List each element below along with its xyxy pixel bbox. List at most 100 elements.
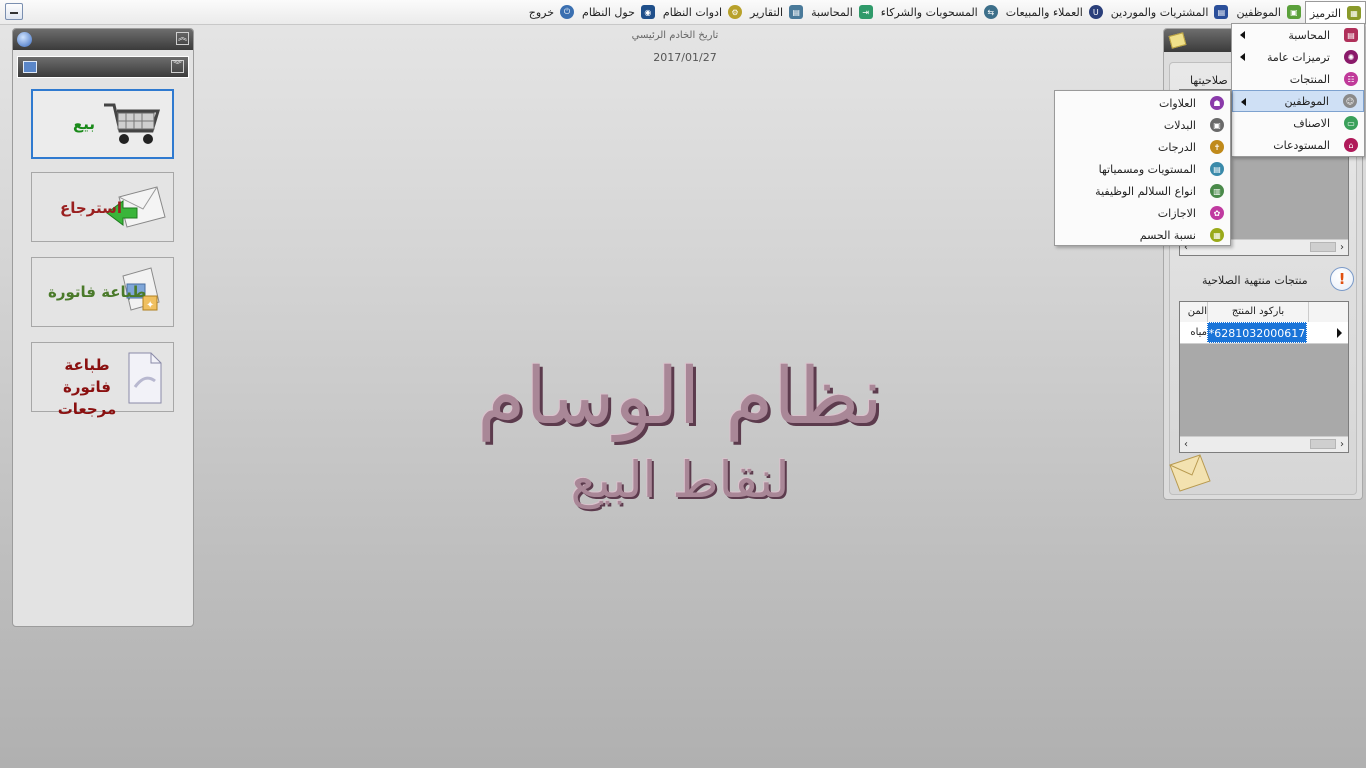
coding-icon: ▦ <box>1347 6 1361 20</box>
menu-reports[interactable]: ▤ التقارير <box>746 0 807 24</box>
menu-item-label: الموظفين <box>1284 94 1329 108</box>
system-logo-title: نظام الوسام <box>477 352 883 442</box>
cell-barcode[interactable]: *6281032000617 <box>1207 322 1307 343</box>
submenu-item-bonuses[interactable]: ☗ العلاوات <box>1055 92 1230 114</box>
submenu-item-grades[interactable]: ✝ الدرجات <box>1055 136 1230 158</box>
menu-item-warehouses[interactable]: ⌂ المستودعات <box>1232 134 1364 156</box>
system-logo-subtitle: لنقاط البيع <box>570 451 790 509</box>
accounting-codes-icon: ▤ <box>1344 28 1358 42</box>
scroll-left-arrow[interactable]: ‹ <box>1180 437 1192 452</box>
menu-coding[interactable]: ▦ الترميز <box>1304 1 1366 24</box>
purchases-icon: ▤ <box>1214 5 1229 19</box>
menu-label: المحاسبة <box>811 5 853 19</box>
note-icon <box>1168 32 1187 49</box>
sell-label: بيع <box>73 115 96 133</box>
menu-label: خروج <box>528 5 555 19</box>
table-row[interactable]: *6281032000617 مياه <box>1180 322 1348 344</box>
expired-products-grid[interactable]: باركود المنتج المن *6281032000617 مياه ‹… <box>1179 301 1349 453</box>
submenu-item-label: الدرجات <box>1157 140 1196 154</box>
coding-dropdown-menu: ▤ المحاسبة ✺ ترميزات عامة ☷ المنتجات ☺ ا… <box>1231 23 1365 157</box>
menu-label: الموظفين <box>1236 5 1281 19</box>
expand-button[interactable]: ︾ <box>171 60 184 73</box>
submenu-item-discount-rate[interactable]: ▦ نسبة الحسم <box>1055 224 1230 246</box>
employees-submenu: ☗ العلاوات ▣ البدلات ✝ الدرجات ▤ المستوي… <box>1054 90 1231 246</box>
menu-item-employees[interactable]: ☺ الموظفين <box>1232 90 1364 112</box>
submenu-item-allowances[interactable]: ▣ البدلات <box>1055 114 1230 136</box>
submenu-item-label: البدلات <box>1163 118 1196 132</box>
categories-icon: ▭ <box>1344 116 1358 130</box>
submenu-item-label: نسبة الحسم <box>1139 228 1196 242</box>
scroll-right-arrow[interactable]: › <box>1336 240 1348 255</box>
menu-item-categories[interactable]: ▭ الاصناف <box>1232 112 1364 134</box>
withdrawals-icon: ⇆ <box>983 5 998 19</box>
menu-item-products[interactable]: ☷ المنتجات <box>1232 68 1364 90</box>
employees-codes-icon: ☺ <box>1343 94 1357 108</box>
menu-label: ادوات النظام <box>662 5 722 19</box>
column-header-product[interactable]: المن <box>1180 302 1207 322</box>
quick-actions-panel: ︽ ︾ بيع استرجاع ✦ طباعة فاتورة طباعة فات… <box>12 28 194 627</box>
menu-accounting[interactable]: ⇥ المحاسبة <box>807 0 877 24</box>
menu-exit[interactable]: ⏻ خروج <box>525 0 578 24</box>
scroll-right-arrow[interactable]: › <box>1336 437 1348 452</box>
reports-icon: ▤ <box>789 5 804 19</box>
envelope-icon[interactable] <box>1168 453 1212 493</box>
warehouses-icon: ⌂ <box>1344 138 1358 152</box>
menu-label: المشتريات والموردين <box>1110 5 1209 19</box>
menu-employees[interactable]: ▣ الموظفين <box>1232 0 1304 24</box>
scroll-thumb[interactable] <box>1310 439 1336 449</box>
expired-products-label: منتجات منتهية الصلاحية <box>1202 274 1308 287</box>
print-invoice-button[interactable]: ✦ طباعة فاتورة <box>31 257 174 327</box>
menu-purchases[interactable]: ▤ المشتريات والموردين <box>1107 0 1233 24</box>
menu-item-general-codes[interactable]: ✺ ترميزات عامة <box>1232 46 1364 68</box>
submenu-arrow-icon <box>1240 53 1245 61</box>
print-returns-invoice-button[interactable]: طباعة فاتورة مرجعات <box>31 342 174 418</box>
column-header-barcode[interactable]: باركود المنتج <box>1207 302 1309 322</box>
submenu-item-levels[interactable]: ▤ المستويات ومسمياتها <box>1055 158 1230 180</box>
menu-item-label: المستودعات <box>1273 138 1330 152</box>
return-label: استرجاع <box>60 199 123 217</box>
customers-icon: U <box>1088 5 1103 19</box>
warning-icon: ! <box>1330 267 1354 291</box>
svg-text:✦: ✦ <box>146 300 154 311</box>
menu-item-label: ترميزات عامة <box>1266 50 1330 64</box>
submenu-item-career-ladders[interactable]: ▥ انواع السلالم الوظيفية <box>1055 180 1230 202</box>
menu-about[interactable]: ◉ حول النظام <box>578 0 659 24</box>
scroll-thumb[interactable] <box>1310 242 1336 252</box>
grid-horizontal-scrollbar[interactable]: ‹ › <box>1180 436 1348 452</box>
minimize-button[interactable] <box>5 3 23 20</box>
grades-icon: ✝ <box>1210 140 1224 154</box>
collapse-button[interactable]: ︽ <box>176 32 189 45</box>
server-date-label: تاريخ الخادم الرئيسي <box>631 30 719 41</box>
tools-icon: ⚙ <box>728 5 742 19</box>
bonuses-icon: ☗ <box>1210 96 1224 110</box>
menu-label: حول النظام <box>582 5 635 19</box>
globe-icon <box>17 32 32 47</box>
general-codes-icon: ✺ <box>1344 50 1358 64</box>
submenu-item-label: المستويات ومسمياتها <box>1098 162 1196 176</box>
menu-tools[interactable]: ⚙ ادوات النظام <box>659 0 746 24</box>
levels-icon: ▤ <box>1210 162 1224 176</box>
calendar-icon <box>23 61 37 73</box>
vacations-icon: ✿ <box>1210 206 1224 220</box>
menu-customers[interactable]: U العملاء والمبيعات <box>1002 0 1107 24</box>
cell-product[interactable]: مياه <box>1180 322 1207 343</box>
panel-header: ︽ <box>13 29 193 50</box>
submenu-item-label: العلاوات <box>1158 96 1196 110</box>
menu-label: التقارير <box>750 5 784 19</box>
employees-icon: ▣ <box>1286 5 1301 19</box>
menu-withdrawals[interactable]: ⇆ المسحوبات والشركاء <box>877 0 1002 24</box>
menu-items: ▦ الترميز ▣ الموظفين ▤ المشتريات والمورد… <box>525 0 1366 24</box>
submenu-item-vacations[interactable]: ✿ الاجازات <box>1055 202 1230 224</box>
grid-header-row: باركود المنتج المن <box>1180 302 1348 323</box>
panel-subheader: ︾ <box>17 56 189 78</box>
menu-label: الترميز <box>1309 6 1341 20</box>
sell-button[interactable]: بيع <box>31 89 174 159</box>
products-icon: ☷ <box>1344 72 1358 86</box>
print-returns-label: طباعة فاتورة مرجعات <box>57 356 117 418</box>
menu-item-accounting[interactable]: ▤ المحاسبة <box>1232 24 1364 46</box>
return-button[interactable]: استرجاع <box>31 172 174 242</box>
accounting-icon: ⇥ <box>858 5 873 19</box>
exit-icon: ⏻ <box>560 5 575 19</box>
submenu-item-label: انواع السلالم الوظيفية <box>1095 184 1196 198</box>
expiring-products-title: صلاحيتها <box>1190 74 1228 87</box>
